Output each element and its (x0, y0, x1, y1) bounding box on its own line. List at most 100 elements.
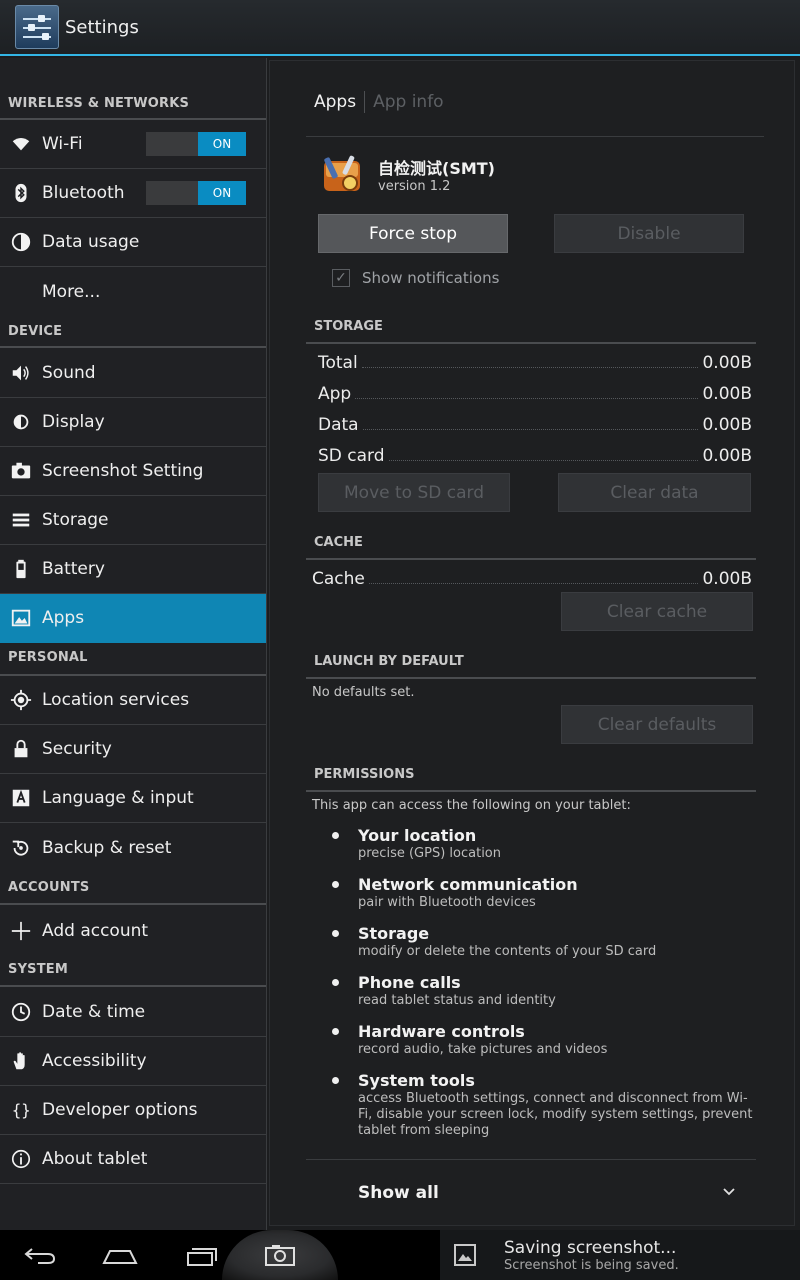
force-stop-button[interactable]: Force stop (318, 214, 508, 253)
bluetooth-toggle[interactable]: ON (146, 181, 246, 205)
move-to-sd-card-button[interactable]: Move to SD card (318, 473, 510, 512)
disable-button[interactable]: Disable (554, 214, 744, 253)
settings-app-icon[interactable] (15, 5, 59, 49)
back-button[interactable] (16, 1238, 64, 1272)
sidebar-item-language-input[interactable]: Language & input (0, 774, 266, 823)
row-label: Data (318, 415, 359, 435)
permission-desc: record audio, take pictures and videos (358, 1042, 608, 1057)
sidebar-item-label: Apps (42, 608, 85, 628)
permission-title: Network communication (358, 875, 578, 894)
hand-icon (0, 1050, 42, 1072)
permission-desc: precise (GPS) location (358, 846, 501, 861)
show-all-button[interactable]: Show all (358, 1183, 439, 1203)
app-icon (320, 153, 364, 197)
sidebar-item-add-account[interactable]: Add account (0, 906, 266, 955)
screenshot-button[interactable] (222, 1230, 338, 1280)
sidebar-item-display[interactable]: Display (0, 398, 266, 447)
sidebar-item-label: Display (42, 412, 105, 432)
permission-title: System tools (358, 1071, 475, 1090)
app-info-pane: Apps App info 自检测试(SMT) version 1.2 Forc… (266, 58, 800, 1230)
sidebar-item-storage[interactable]: Storage (0, 496, 266, 545)
location-icon (0, 689, 42, 711)
row-value: 0.00B (702, 353, 752, 373)
sidebar-item-label: More... (42, 281, 101, 302)
sidebar-item-security[interactable]: Security (0, 725, 266, 774)
sidebar-item-data-usage[interactable]: Data usage (0, 218, 266, 267)
permission-title: Phone calls (358, 973, 461, 992)
section-header-device: DEVICE (0, 324, 266, 348)
sidebar-item-label: Location services (42, 690, 190, 710)
sidebar-item-label: Accessibility (42, 1051, 147, 1071)
sidebar-item-backup-reset[interactable]: Backup & reset (0, 823, 266, 872)
clock-icon (0, 1001, 42, 1023)
section-header-launch-by-default: LAUNCH BY DEFAULT (306, 654, 756, 679)
toggle-state: ON (198, 181, 246, 205)
storage-row-total: Total 0.00B (318, 345, 752, 373)
screenshot-notification[interactable]: Saving screenshot... Screenshot is being… (440, 1230, 800, 1280)
home-icon (102, 1250, 138, 1264)
notification-subtitle: Screenshot is being saved. (504, 1257, 679, 1273)
app-name: 自检测试(SMT) (378, 159, 495, 178)
sidebar-item-wifi[interactable]: Wi-Fi ON (0, 120, 266, 169)
sidebar-item-label: Screenshot Setting (42, 461, 204, 481)
sidebar-item-battery[interactable]: Battery (0, 545, 266, 594)
wifi-toggle[interactable]: ON (146, 132, 246, 156)
checkmark-icon: ✓ (332, 269, 350, 287)
clear-cache-button[interactable]: Clear cache (561, 592, 753, 631)
permission-desc: read tablet status and identity (358, 993, 556, 1008)
sidebar-item-apps[interactable]: Apps (0, 594, 266, 643)
page-title: Settings (65, 16, 139, 38)
recent-apps-button[interactable] (178, 1238, 226, 1272)
section-header-cache: CACHE (306, 535, 756, 560)
brightness-icon (0, 411, 42, 433)
storage-row-app: App 0.00B (318, 376, 752, 404)
toggle-state: ON (198, 132, 246, 156)
sidebar-item-sound[interactable]: Sound (0, 349, 266, 398)
row-label: Total (318, 353, 358, 373)
row-value: 0.00B (702, 384, 752, 404)
storage-row-sd-card: SD card 0.00B (318, 438, 752, 466)
plus-icon (0, 920, 42, 942)
no-defaults-note: No defaults set. (312, 685, 415, 700)
sidebar-item-location-services[interactable]: Location services (0, 676, 266, 725)
settings-sidebar: WIRELESS & NETWORKS Wi-Fi ON Bluetooth O… (0, 58, 266, 1230)
breadcrumb-apps[interactable]: Apps (314, 92, 356, 112)
row-value: 0.00B (702, 415, 752, 435)
section-header-wireless: WIRELESS & NETWORKS (0, 96, 266, 120)
navigation-bar: Saving screenshot... Screenshot is being… (0, 1230, 800, 1280)
cache-row: Cache 0.00B (312, 561, 752, 589)
sidebar-item-more[interactable]: More... (0, 267, 266, 316)
clear-data-button[interactable]: Clear data (558, 473, 751, 512)
app-version: version 1.2 (378, 179, 451, 194)
sidebar-item-date-time[interactable]: Date & time (0, 988, 266, 1037)
back-icon (24, 1248, 56, 1264)
row-value: 0.00B (702, 569, 752, 589)
clear-defaults-button[interactable]: Clear defaults (561, 705, 753, 744)
show-notifications-checkbox[interactable]: ✓ Show notifications (332, 269, 499, 287)
sidebar-item-label: Add account (42, 920, 149, 941)
row-label: Cache (312, 569, 365, 589)
permissions-intro: This app can access the following on you… (312, 798, 631, 813)
sidebar-item-screenshot-setting[interactable]: Screenshot Setting (0, 447, 266, 496)
sidebar-item-bluetooth[interactable]: Bluetooth ON (0, 169, 266, 218)
sidebar-item-about-tablet[interactable]: About tablet (0, 1135, 266, 1184)
sidebar-item-accessibility[interactable]: Accessibility (0, 1037, 266, 1086)
home-button[interactable] (96, 1238, 144, 1272)
camera-icon (265, 1245, 295, 1266)
breadcrumb-app-info: App info (373, 92, 444, 112)
section-header-accounts: ACCOUNTS (0, 878, 266, 905)
permission-desc: pair with Bluetooth devices (358, 895, 536, 910)
sidebar-item-developer-options[interactable]: {} Developer options (0, 1086, 266, 1135)
recent-apps-icon (187, 1248, 217, 1266)
section-header-permissions: PERMISSIONS (306, 767, 756, 792)
sidebar-item-label: Backup & reset (42, 837, 172, 858)
braces-icon: {} (0, 1099, 42, 1121)
sidebar-item-label: Sound (42, 363, 96, 383)
notification-title: Saving screenshot... (504, 1237, 677, 1258)
sidebar-item-label: Battery (42, 559, 105, 579)
apps-icon (0, 607, 42, 629)
info-icon (0, 1148, 42, 1170)
battery-icon (0, 558, 42, 580)
row-value: 0.00B (702, 446, 752, 466)
chevron-down-icon[interactable] (722, 1185, 736, 1199)
